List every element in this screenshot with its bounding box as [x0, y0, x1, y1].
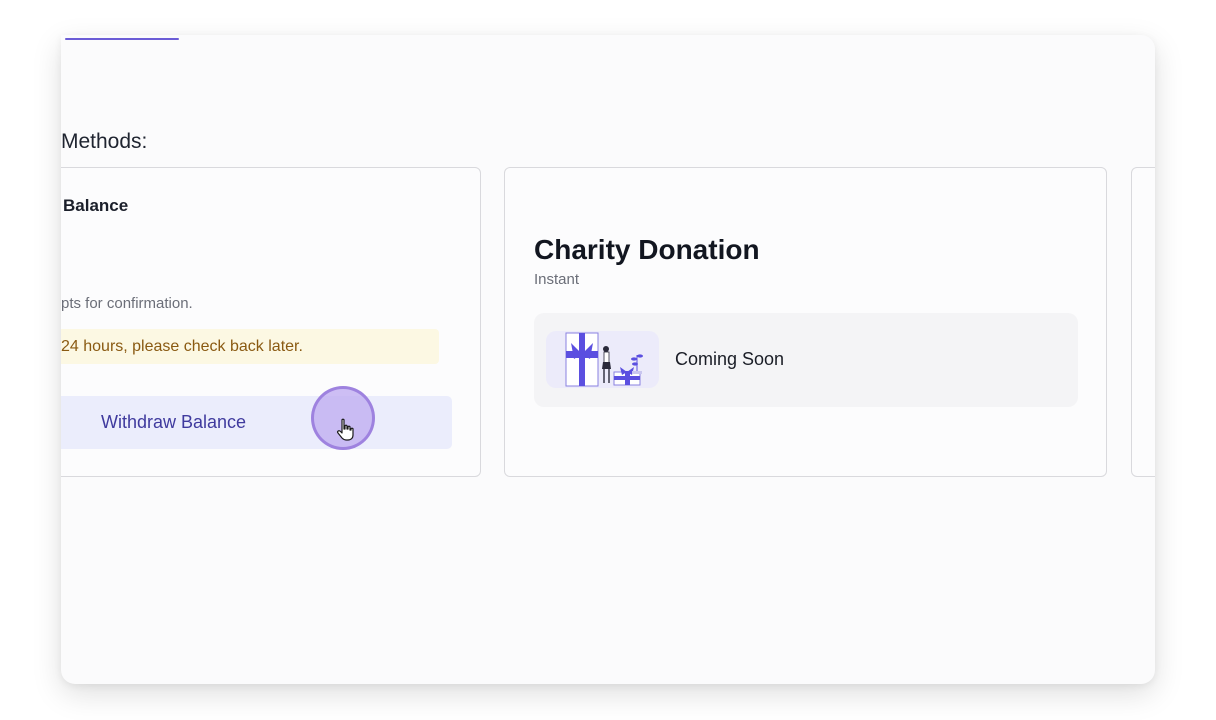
card-heading: Balance — [63, 196, 129, 215]
coming-soon-label: Coming Soon — [675, 349, 785, 369]
hand-pointer-icon — [335, 418, 357, 442]
coming-soon-panel: Coming Soon — [534, 313, 1078, 407]
charity-donation-card[interactable]: Charity Donation Instant Coming Soon — [504, 167, 1107, 477]
card-subtitle: Instant — [534, 271, 580, 288]
gift-illustration — [546, 331, 659, 388]
withdraw-balance-card: Balance pts for confirmation. 24 hours, … — [61, 167, 481, 477]
app-window: Methods: Balance pts for confirmation. 2… — [61, 35, 1155, 684]
confirmation-note: pts for confirmation. — [61, 295, 193, 312]
active-tab-indicator — [65, 38, 179, 40]
warning-banner: 24 hours, please check back later. — [61, 329, 439, 364]
next-method-card[interactable] — [1131, 167, 1155, 477]
card-title: Charity Donation — [534, 234, 760, 265]
withdraw-balance-button[interactable]: Withdraw Balance — [61, 396, 452, 449]
withdraw-balance-label: Withdraw Balance — [101, 412, 247, 432]
section-title: Methods: — [61, 130, 148, 153]
warning-text: 24 hours, please check back later. — [61, 338, 303, 355]
